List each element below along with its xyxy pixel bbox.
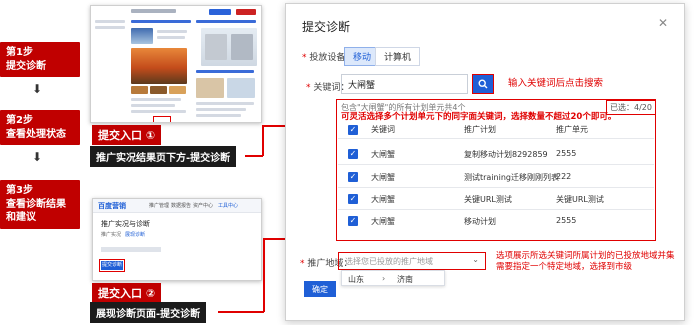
multi-select-note: 可灵活选择多个计划单元下的同字面关键词，选择数量不超过20个即可。 [341, 112, 617, 122]
search-note: 输入关键词后点击搜索 [508, 78, 604, 89]
entry-1-desc: 推广实况结果页下方-提交诊断 [90, 146, 237, 167]
close-icon[interactable]: ✕ [658, 16, 668, 30]
step-3-text-1: 查看诊断结果 [6, 198, 66, 210]
region-note: 选项展示所选关键词所属计划的已投放地域并集 需要指定一个特定地域，选择到市级 [496, 251, 675, 273]
step-3-number: 第3步 [6, 185, 33, 196]
col-plan: 推广计划 [464, 125, 496, 134]
entry-2-desc: 展现诊断页面-提交诊断 [90, 302, 207, 323]
region-select[interactable]: 选择您已投放的推广地域 ⌄ [338, 252, 486, 270]
row-keyword: 大闸蟹 [371, 173, 395, 182]
diagnosis-page-screenshot: 百度营销 推广管理 数据报告 资产中心 工具中心 推广实况与诊断 推广实况 展现… [92, 198, 262, 281]
row-unit: 关键URL测试 [556, 195, 604, 204]
thumb-tab-1: 推广实况 [101, 232, 122, 238]
submit-link-highlight [153, 116, 171, 122]
region-option-province[interactable]: 山东 [348, 274, 364, 285]
step-2-box: 第2步 查看处理状态 [0, 110, 80, 145]
row-plan: 关键URL测试 [464, 195, 512, 204]
step-1-text: 提交诊断 [6, 60, 46, 72]
thumb-brand: 百度营销 [98, 202, 126, 210]
row-keyword: 大闸蟹 [371, 217, 395, 226]
region-option-city[interactable]: 济南 [397, 274, 413, 285]
thumb-menu-1: 推广管理 [149, 203, 170, 209]
row-checkbox[interactable]: ✓ [348, 172, 358, 182]
entry-2-title: 提交入口 ② [92, 283, 162, 303]
chevron-right-icon: › [382, 274, 386, 283]
thumb-menu-4: 工具中心 [218, 203, 239, 209]
row-keyword: 大闸蟹 [371, 150, 395, 159]
row-checkbox[interactable]: ✓ [348, 194, 358, 204]
thumb-menu-3: 资产中心 [193, 203, 214, 209]
confirm-button[interactable]: 确定 [304, 281, 336, 297]
thumb-tab-2: 展现诊断 [125, 232, 146, 238]
row-plan: 移动计划 [464, 217, 496, 226]
search-icon [478, 79, 488, 89]
region-placeholder: 选择您已投放的推广地域 [345, 257, 433, 266]
row-plan: 复制移动计划8292859 [464, 150, 548, 159]
down-arrow-icon: ⬇ [32, 82, 43, 96]
row-checkbox[interactable]: ✓ [348, 149, 358, 159]
row-unit: 2555 [556, 149, 577, 158]
device-tab-computer[interactable]: 计算机 [375, 47, 421, 66]
step-2-text: 查看处理状态 [6, 128, 66, 140]
step-3-box: 第3步 查看诊断结果 和建议 [0, 180, 80, 229]
thumb-menu-2: 数据报告 [171, 203, 192, 209]
region-dropdown: 山东 › 济南 [341, 270, 445, 286]
step-2-number: 第2步 [6, 115, 33, 126]
row-checkbox[interactable]: ✓ [348, 216, 358, 226]
dialog-title: 提交诊断 [302, 20, 351, 34]
submit-diagnosis-dialog: 提交诊断 ✕ * 投放设备： 移动 计算机 * 关键词： 大闸蟹 输入关键词后点… [285, 3, 685, 321]
down-arrow-icon: ⬇ [32, 150, 43, 164]
search-results-screenshot [90, 5, 262, 123]
row-unit: 222 [556, 172, 572, 181]
chevron-down-icon: ⌄ [472, 255, 479, 264]
entry-1-title: 提交入口 ① [92, 125, 162, 145]
keyword-input[interactable]: 大闸蟹 [341, 74, 468, 94]
row-plan: 测试training迁移刚刚列表 [464, 173, 559, 182]
step-1-number: 第1步 [6, 47, 33, 58]
step-1-box: 第1步 提交诊断 [0, 42, 80, 77]
search-button[interactable] [472, 74, 494, 94]
select-all-checkbox[interactable]: ✓ [348, 125, 358, 135]
row-unit: 2555 [556, 216, 577, 225]
row-keyword: 大闸蟹 [371, 195, 395, 204]
step-3-text-2: 和建议 [6, 212, 36, 223]
thumb-heading: 推广实况与诊断 [101, 220, 150, 228]
col-keyword: 关键词 [371, 125, 395, 134]
col-unit: 推广单元 [556, 125, 588, 134]
submit-button-highlight [99, 259, 125, 272]
